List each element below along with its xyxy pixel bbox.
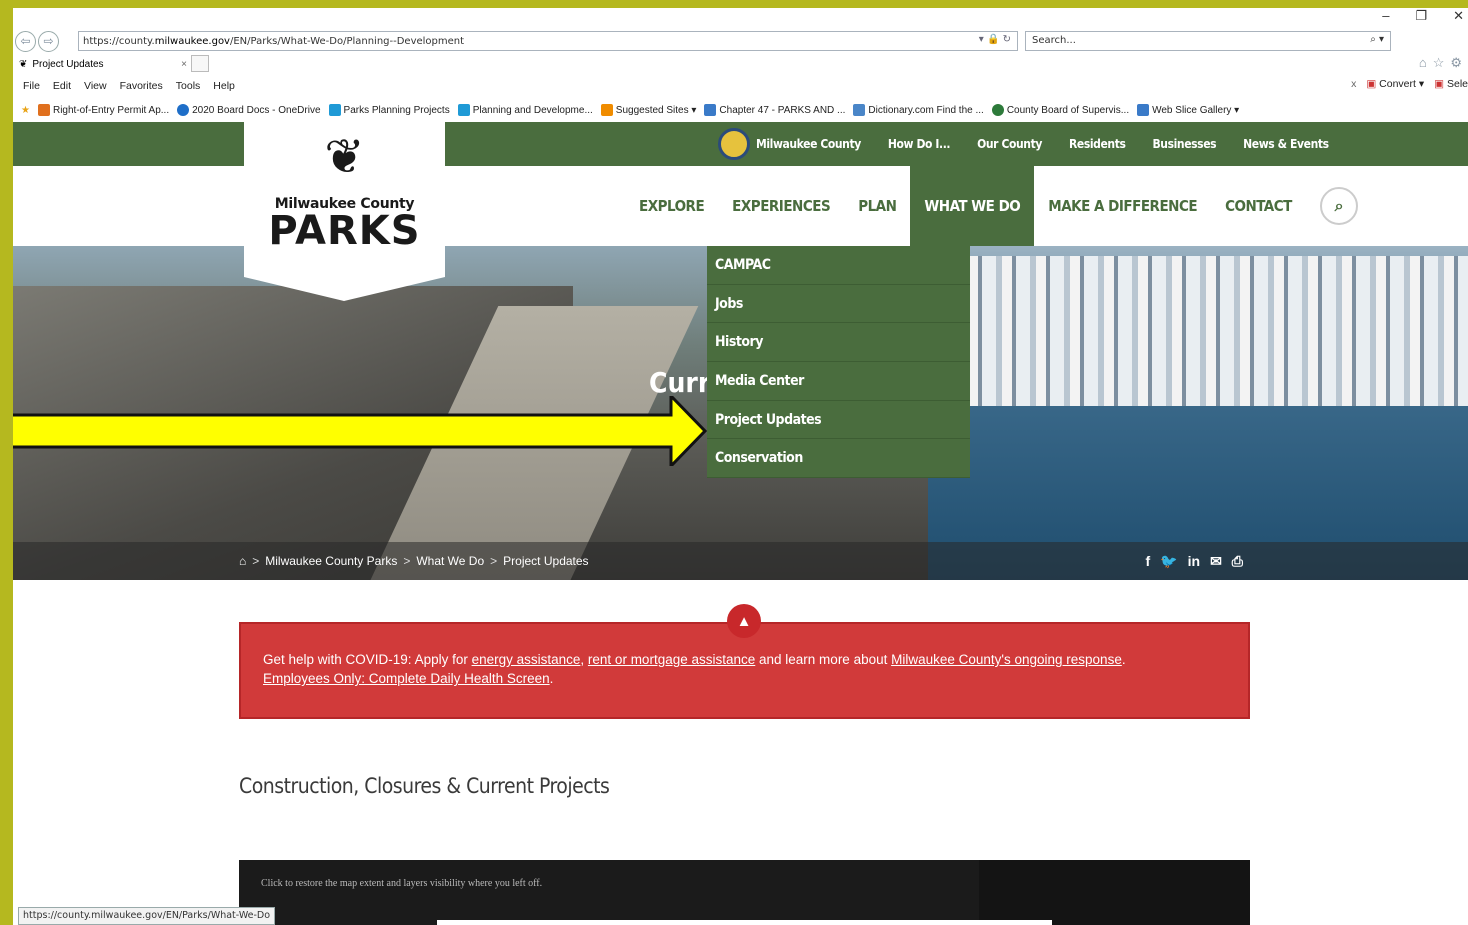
- top-nav-businesses[interactable]: Businesses: [1152, 137, 1216, 151]
- dropdown-conservation[interactable]: Conservation: [707, 439, 970, 479]
- facebook-icon[interactable]: f: [1146, 553, 1151, 569]
- dropdown-media-center[interactable]: Media Center: [707, 362, 970, 401]
- favorites-star-icon[interactable]: ★: [21, 105, 30, 116]
- rent-assistance-link[interactable]: rent or mortgage assistance: [588, 652, 755, 667]
- fav-item[interactable]: Planning and Developme...: [457, 104, 593, 116]
- nav-plan[interactable]: PLAN: [844, 166, 910, 246]
- url-host: milwaukee.gov: [154, 35, 230, 47]
- browser-window: – ❐ ✕ ⇦ ⇨ https://county. milwaukee.gov/E…: [13, 8, 1468, 925]
- county-seal-icon: [718, 128, 750, 160]
- nav-make-a-difference[interactable]: MAKE A DIFFERENCE: [1034, 166, 1211, 246]
- search-placeholder: Search...: [1032, 35, 1076, 46]
- tab-title: Project Updates: [32, 59, 104, 70]
- logo-line2: PARKS: [268, 208, 421, 254]
- linkedin-icon[interactable]: in: [1188, 553, 1200, 569]
- convert-button[interactable]: ▣ Convert ▾: [1366, 78, 1424, 90]
- top-nav: Milwaukee County How Do I... Our County …: [718, 122, 1329, 166]
- top-nav-residents[interactable]: Residents: [1069, 137, 1126, 151]
- favorites-bar: ★ Right-of-Entry Permit Ap... 2020 Board…: [13, 100, 1468, 120]
- menu-file[interactable]: File: [23, 80, 40, 92]
- top-nav-how-do-i[interactable]: How Do I...: [888, 137, 951, 151]
- minimize-icon[interactable]: –: [1382, 8, 1389, 24]
- menu-edit[interactable]: Edit: [53, 80, 71, 92]
- breadcrumb-parks[interactable]: Milwaukee County Parks: [265, 554, 397, 568]
- dropdown-history[interactable]: History: [707, 323, 970, 363]
- top-nav-our-county[interactable]: Our County: [977, 137, 1042, 151]
- close-tab-icon[interactable]: ×: [181, 59, 187, 70]
- select-button[interactable]: ▣ Sele: [1434, 78, 1468, 90]
- fav-item[interactable]: Web Slice Gallery ▾: [1137, 104, 1239, 116]
- email-icon[interactable]: ✉: [1210, 553, 1222, 570]
- fav-item[interactable]: Right-of-Entry Permit Ap...: [37, 104, 169, 116]
- tab-row: ❦ Project Updates ×: [13, 55, 1468, 73]
- breadcrumb: ⌂ > Milwaukee County Parks > What We Do …: [13, 542, 1468, 580]
- dropdown-campac[interactable]: CAMPAC: [707, 246, 970, 285]
- back-icon[interactable]: ⇦: [15, 30, 36, 52]
- leaf-favicon-icon: ❦: [19, 59, 28, 70]
- fav-item[interactable]: Parks Planning Projects: [328, 104, 450, 116]
- refresh-icon[interactable]: ▾ 🔒 ↻: [979, 34, 1011, 45]
- section-title: Construction, Closures & Current Project…: [239, 774, 610, 798]
- browser-search-input[interactable]: Search... ⌕ ▾: [1025, 31, 1391, 51]
- energy-assistance-link[interactable]: energy assistance: [472, 652, 581, 667]
- map-sidebar: [979, 860, 1250, 925]
- nav-experiences[interactable]: EXPERIENCES: [718, 166, 844, 246]
- main-nav: EXPLORE EXPERIENCES PLAN WHAT WE DO MAKE…: [625, 166, 1358, 246]
- address-row: ⇦ ⇨ https://county. milwaukee.gov/EN/Park…: [13, 30, 1468, 70]
- what-we-do-dropdown: CAMPAC Jobs History Media Center Project…: [707, 246, 970, 479]
- close-window-icon[interactable]: ✕: [1453, 8, 1464, 24]
- status-bar: https://county.milwaukee.gov/EN/Parks/Wh…: [18, 907, 276, 925]
- menu-favorites[interactable]: Favorites: [120, 80, 163, 92]
- url-prefix: https://county.: [83, 35, 155, 47]
- close-bar-icon[interactable]: x: [1351, 78, 1356, 90]
- tab-project-updates[interactable]: ❦ Project Updates ×: [19, 56, 187, 73]
- fav-item[interactable]: Chapter 47 - PARKS AND ...: [704, 104, 845, 116]
- menu-help[interactable]: Help: [213, 80, 235, 92]
- menu-view[interactable]: View: [84, 80, 107, 92]
- menu-right: x ▣ Convert ▾ ▣ Sele: [1351, 78, 1468, 90]
- nav-what-we-do[interactable]: WHAT WE DO: [910, 166, 1035, 246]
- parks-logo[interactable]: ❦ Milwaukee County PARKS: [244, 122, 445, 301]
- projects-map[interactable]: Click to restore the map extent and laye…: [239, 860, 1250, 925]
- map-restore-hint[interactable]: Click to restore the map extent and laye…: [261, 878, 542, 889]
- dropdown-jobs[interactable]: Jobs: [707, 285, 970, 324]
- site-search-icon[interactable]: ⌕: [1319, 187, 1358, 225]
- twitter-icon[interactable]: 🐦: [1160, 553, 1177, 570]
- home-icon[interactable]: ⌂: [239, 554, 246, 568]
- fav-item[interactable]: Suggested Sites ▾: [600, 104, 696, 116]
- menu-tools[interactable]: Tools: [176, 80, 201, 92]
- web-page: Milwaukee County How Do I... Our County …: [13, 122, 1468, 925]
- dropdown-project-updates[interactable]: Project Updates: [707, 401, 970, 440]
- fav-item[interactable]: 2020 Board Docs - OneDrive: [177, 104, 321, 116]
- fav-item[interactable]: County Board of Supervis...: [991, 104, 1129, 116]
- fav-item[interactable]: Dictionary.com Find the ...: [853, 104, 984, 116]
- warning-icon: ▲: [727, 604, 761, 638]
- nav-explore[interactable]: EXPLORE: [625, 166, 718, 246]
- search-icon[interactable]: ⌕ ▾: [1370, 34, 1384, 45]
- menu-bar: File Edit View Favorites Tools Help: [13, 76, 1468, 96]
- forward-icon[interactable]: ⇨: [38, 30, 59, 52]
- oak-leaf-icon: ❦: [324, 131, 365, 184]
- address-bar[interactable]: https://county. milwaukee.gov/EN/Parks/Wh…: [78, 31, 1018, 51]
- yellow-arrow-annotation: [13, 396, 708, 466]
- map-modal: [437, 920, 1052, 925]
- new-tab-button[interactable]: [191, 55, 209, 72]
- print-icon[interactable]: ⎙: [1232, 553, 1243, 570]
- top-nav-milwaukee-county[interactable]: Milwaukee County: [718, 128, 861, 160]
- url-path: /EN/Parks/What-We-Do/Planning--Developme…: [229, 35, 465, 47]
- marina-image: [928, 246, 1468, 580]
- restore-icon[interactable]: ❐: [1415, 8, 1427, 24]
- health-screen-link[interactable]: Employees Only: Complete Daily Health Sc…: [263, 671, 550, 686]
- breadcrumb-project-updates: Project Updates: [503, 554, 589, 568]
- top-nav-news-events[interactable]: News & Events: [1243, 137, 1329, 151]
- nav-contact[interactable]: CONTACT: [1211, 166, 1306, 246]
- share-icons: f 🐦 in ✉ ⎙: [1146, 542, 1244, 580]
- window-controls: – ❐ ✕: [1382, 8, 1464, 24]
- breadcrumb-what-we-do[interactable]: What We Do: [416, 554, 484, 568]
- county-response-link[interactable]: Milwaukee County's ongoing response: [891, 652, 1122, 667]
